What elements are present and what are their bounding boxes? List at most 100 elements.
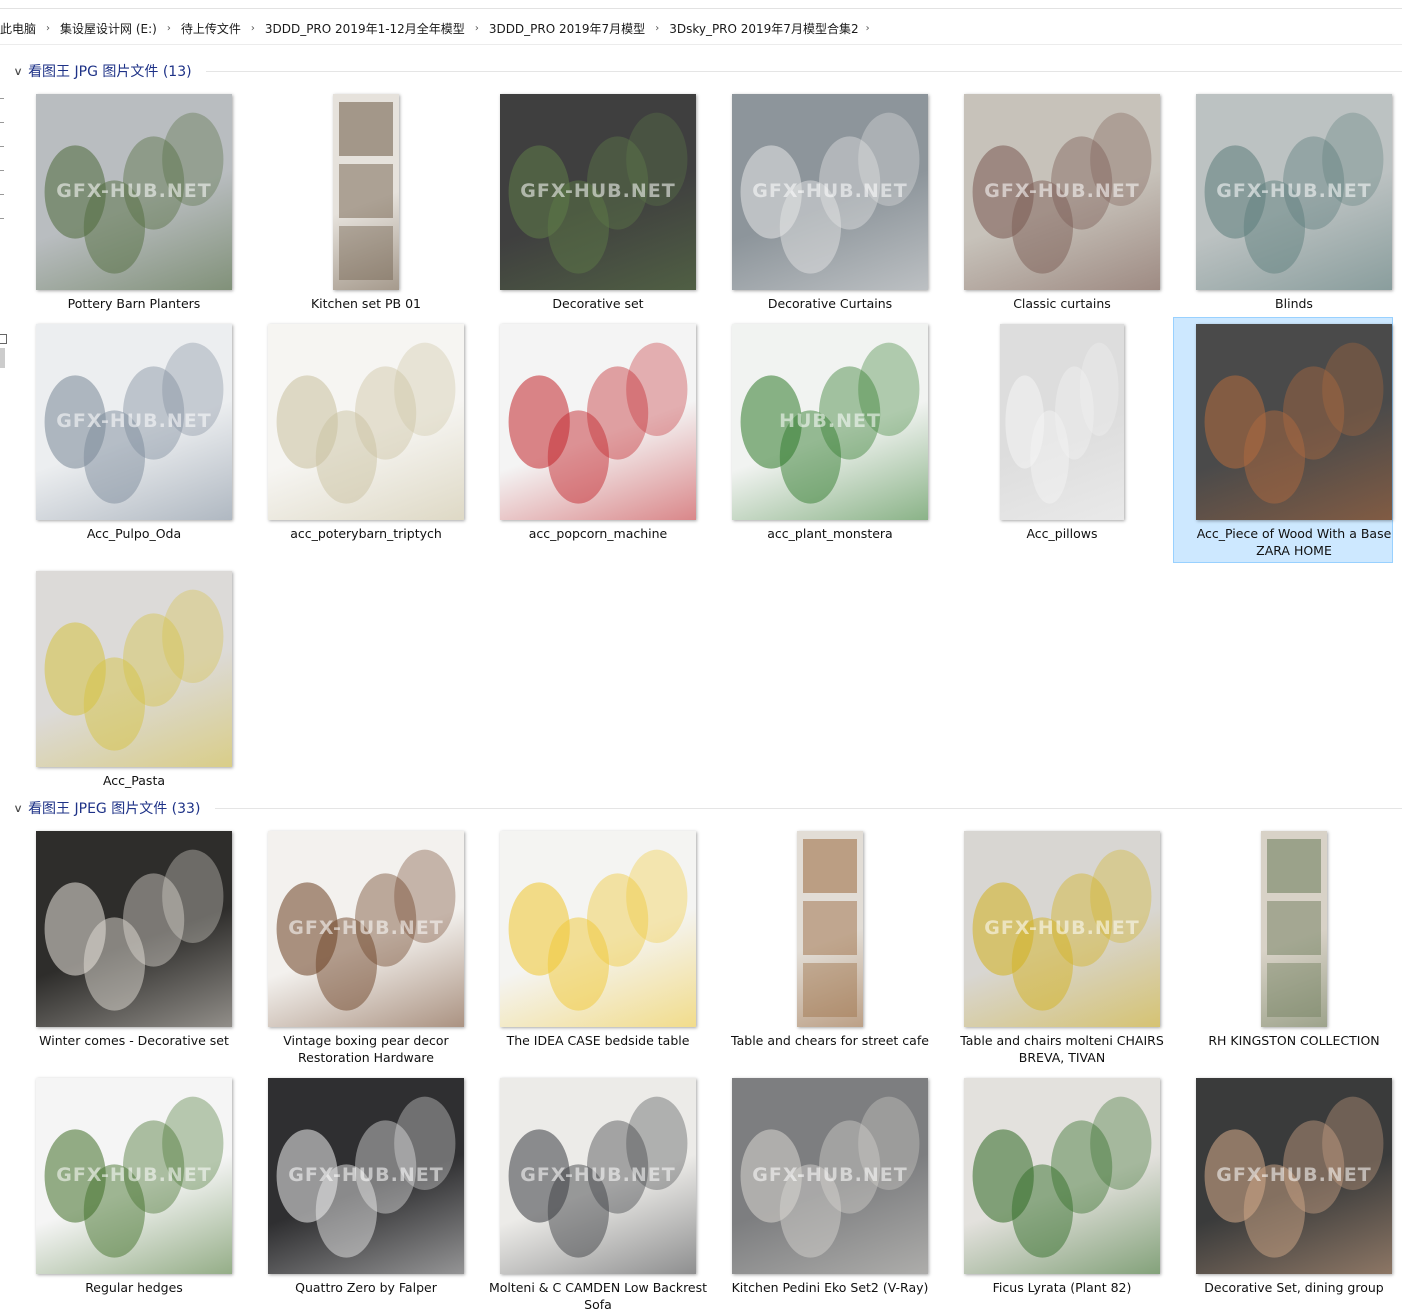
thumbnail-frame[interactable]: GFX-HUB.NET xyxy=(24,1076,244,1276)
thumbnail-frame[interactable] xyxy=(24,569,244,769)
group-header[interactable]: ∨ 看图王 JPEG 图片文件 (33) xyxy=(13,797,200,819)
thumbnail-image[interactable]: GFX-HUB.NET xyxy=(268,1078,464,1274)
thumbnail-image[interactable] xyxy=(268,324,464,520)
thumbnail-image[interactable]: GFX-HUB.NET xyxy=(1196,94,1392,290)
file-name[interactable]: acc_plant_monstera xyxy=(720,525,940,542)
thumbnail-frame[interactable]: HUB.NET xyxy=(720,322,940,522)
file-name[interactable]: Classic curtains xyxy=(952,295,1172,312)
file-name[interactable]: Table and chairs molteni CHAIRS BREVA, T… xyxy=(952,1032,1172,1066)
thumbnail-image[interactable] xyxy=(36,831,232,1027)
thumbnail-frame[interactable]: GFX-HUB.NET xyxy=(720,92,940,292)
thumbnail-image[interactable]: GFX-HUB.NET xyxy=(732,1078,928,1274)
breadcrumb[interactable]: 此电脑 › 集设屋设计网 (E:) › 待上传文件 › 3DDD_PRO 2019年1… xyxy=(0,14,1402,42)
thumbnail-image[interactable] xyxy=(1261,831,1327,1027)
thumbnail-image[interactable] xyxy=(797,831,863,1027)
thumbnail-image[interactable]: GFX-HUB.NET xyxy=(964,94,1160,290)
thumbnail-frame[interactable] xyxy=(256,322,476,522)
thumbnail-frame[interactable]: GFX-HUB.NET xyxy=(24,92,244,292)
thumbnail-image[interactable]: GFX-HUB.NET xyxy=(964,831,1160,1027)
thumbnail-frame[interactable]: GFX-HUB.NET xyxy=(24,322,244,522)
file-name[interactable]: Acc_Piece of Wood With a Base ZARA HOME xyxy=(1184,525,1402,559)
file-name[interactable]: Acc_Pulpo_Oda xyxy=(24,525,244,542)
file-name[interactable]: acc_poterybarn_triptych xyxy=(256,525,476,542)
breadcrumb-item[interactable]: 待上传文件 xyxy=(181,20,248,37)
file-name[interactable]: Kitchen Pedini Eko Set2 (V-Ray) xyxy=(720,1279,940,1296)
thumbnail-image[interactable] xyxy=(500,831,696,1027)
navigation-pane-edge[interactable] xyxy=(0,46,8,1310)
thumbnail-image[interactable] xyxy=(36,571,232,767)
thumbnail-frame[interactable] xyxy=(952,1076,1172,1276)
thumbnail-frame[interactable]: GFX-HUB.NET xyxy=(1184,1076,1402,1276)
breadcrumb-item[interactable]: 3Dsky_PRO 2019年7月模型合集2 xyxy=(669,20,865,37)
thumbnail-frame[interactable]: GFX-HUB.NET xyxy=(256,829,476,1029)
file-name[interactable]: Decorative Set, dining group xyxy=(1184,1279,1402,1296)
thumbnail-frame[interactable] xyxy=(1184,322,1402,522)
thumbnail-image[interactable]: GFX-HUB.NET xyxy=(268,831,464,1027)
tree-expand-icon[interactable] xyxy=(0,194,4,195)
chevron-down-icon[interactable]: ∨ xyxy=(13,65,23,78)
chevron-right-icon[interactable]: › xyxy=(43,23,60,34)
file-name[interactable]: RH KINGSTON COLLECTION xyxy=(1184,1032,1402,1049)
group-header[interactable]: ∨ 看图王 JPG 图片文件 (13) xyxy=(13,60,191,82)
thumbnail-frame[interactable]: GFX-HUB.NET xyxy=(1184,92,1402,292)
thumbnail-image[interactable]: GFX-HUB.NET xyxy=(500,94,696,290)
breadcrumb-item[interactable]: 集设屋设计网 (E:) xyxy=(60,20,164,37)
tree-expand-icon[interactable] xyxy=(0,122,4,123)
file-name[interactable]: Table and chears for street cafe xyxy=(720,1032,940,1049)
breadcrumb-item[interactable]: 3DDD_PRO 2019年7月模型 xyxy=(489,20,652,37)
thumbnail-frame[interactable]: GFX-HUB.NET xyxy=(952,92,1172,292)
chevron-right-icon[interactable]: › xyxy=(164,23,181,34)
file-name[interactable]: Acc_Pasta xyxy=(24,772,244,789)
thumbnail-image[interactable]: HUB.NET xyxy=(732,324,928,520)
thumbnail-frame[interactable] xyxy=(488,829,708,1029)
thumbnail-frame[interactable] xyxy=(1184,829,1402,1029)
breadcrumb-item[interactable]: 此电脑 xyxy=(0,20,43,37)
file-name[interactable]: Blinds xyxy=(1184,295,1402,312)
thumbnail-image[interactable] xyxy=(500,324,696,520)
thumbnail-image[interactable] xyxy=(333,94,399,290)
tree-expand-icon[interactable] xyxy=(0,98,4,99)
file-name[interactable]: Quattro Zero by Falper xyxy=(256,1279,476,1296)
tree-expand-icon[interactable] xyxy=(0,218,4,219)
file-name[interactable]: The IDEA CASE bedside table xyxy=(488,1032,708,1049)
thumbnail-image[interactable] xyxy=(1196,324,1392,520)
chevron-right-icon[interactable]: › xyxy=(472,23,489,34)
breadcrumb-item[interactable]: 3DDD_PRO 2019年1-12月全年模型 xyxy=(265,20,472,37)
thumbnail-frame[interactable]: GFX-HUB.NET xyxy=(488,1076,708,1276)
tree-expand-icon[interactable] xyxy=(0,170,4,171)
thumbnail-frame[interactable] xyxy=(720,829,940,1029)
thumbnail-image[interactable]: GFX-HUB.NET xyxy=(36,1078,232,1274)
thumbnail-image[interactable]: GFX-HUB.NET xyxy=(36,94,232,290)
chevron-down-icon[interactable]: ∨ xyxy=(13,802,23,815)
file-name[interactable]: acc_popcorn_machine xyxy=(488,525,708,542)
thumbnail-image[interactable]: GFX-HUB.NET xyxy=(1196,1078,1392,1274)
chevron-right-icon[interactable]: › xyxy=(248,23,265,34)
thumbnail-image[interactable] xyxy=(1000,324,1124,520)
chevron-right-icon[interactable]: › xyxy=(866,23,870,34)
drive-icon[interactable] xyxy=(0,334,7,344)
thumbnail-image[interactable] xyxy=(964,1078,1160,1274)
file-name[interactable]: Molteni & C CAMDEN Low Backrest Sofa xyxy=(488,1279,708,1313)
file-name[interactable]: Vintage boxing pear decor Restoration Ha… xyxy=(256,1032,476,1066)
thumbnail-image[interactable]: GFX-HUB.NET xyxy=(36,324,232,520)
file-name[interactable]: Decorative Curtains xyxy=(720,295,940,312)
thumbnail-frame[interactable] xyxy=(256,92,476,292)
file-name[interactable]: Ficus Lyrata (Plant 82) xyxy=(952,1279,1172,1296)
thumbnail-frame[interactable] xyxy=(24,829,244,1029)
pane-scrollbar[interactable] xyxy=(0,348,5,368)
tree-expand-icon[interactable] xyxy=(0,146,4,147)
file-name[interactable]: Pottery Barn Planters xyxy=(24,295,244,312)
file-name[interactable]: Winter comes - Decorative set xyxy=(24,1032,244,1049)
thumbnail-frame[interactable]: GFX-HUB.NET xyxy=(720,1076,940,1276)
file-name[interactable]: Regular hedges xyxy=(24,1279,244,1296)
thumbnail-frame[interactable] xyxy=(488,322,708,522)
file-name[interactable]: Kitchen set PB 01 xyxy=(256,295,476,312)
thumbnail-frame[interactable]: GFX-HUB.NET xyxy=(488,92,708,292)
thumbnail-frame[interactable]: GFX-HUB.NET xyxy=(952,829,1172,1029)
thumbnail-frame[interactable]: GFX-HUB.NET xyxy=(256,1076,476,1276)
file-name[interactable]: Decorative set xyxy=(488,295,708,312)
thumbnail-frame[interactable] xyxy=(952,322,1172,522)
file-name[interactable]: Acc_pillows xyxy=(952,525,1172,542)
thumbnail-image[interactable]: GFX-HUB.NET xyxy=(500,1078,696,1274)
chevron-right-icon[interactable]: › xyxy=(652,23,669,34)
